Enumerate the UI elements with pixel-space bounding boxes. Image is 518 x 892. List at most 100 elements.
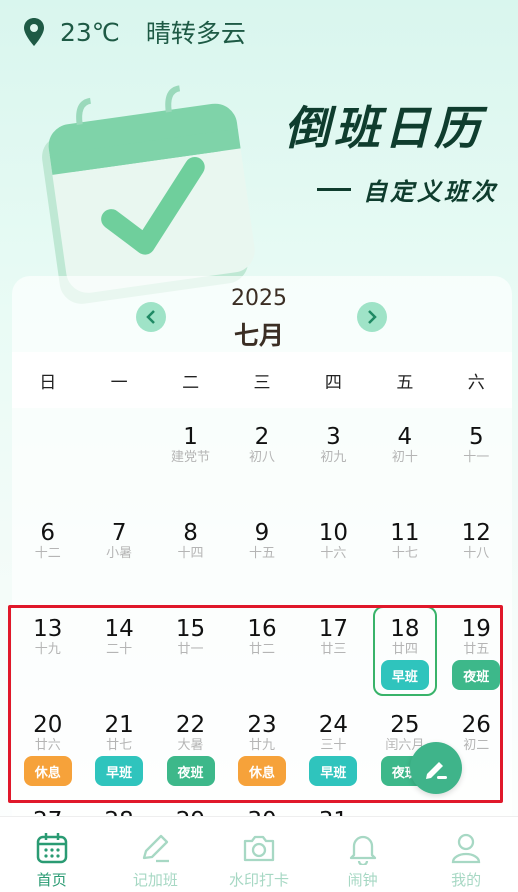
day-cell[interactable]: 3 初九 <box>298 410 369 506</box>
day-cell[interactable]: 9 十五 <box>226 506 297 602</box>
day-cell[interactable]: 17 廿三 <box>298 602 369 698</box>
hero-title: 倒班日历 <box>284 101 484 155</box>
day-number: 4 <box>397 424 413 450</box>
bottom-tab-bar: 首页 记加班 水印打卡 闹钟 我的 <box>0 816 518 892</box>
shift-badge: 休息 <box>237 756 286 786</box>
lunar-date: 廿九 <box>248 738 275 753</box>
day-number: 6 <box>40 520 56 546</box>
day-number: 21 <box>104 712 134 738</box>
pencil-icon <box>138 829 172 867</box>
tab-label: 闹钟 <box>347 871 378 889</box>
weekday-label: 二 <box>182 372 200 393</box>
day-number: 9 <box>254 520 270 546</box>
shift-badge: 早班 <box>95 756 144 786</box>
weekday-label: 四 <box>324 372 342 393</box>
day-cell[interactable]: 12 十八 <box>441 506 512 602</box>
day-cell[interactable]: 10 十六 <box>298 506 369 602</box>
lunar-date: 廿五 <box>463 642 490 657</box>
chevron-right-icon <box>368 310 377 324</box>
day-cell[interactable]: 20 廿六 休息 <box>12 698 83 794</box>
day-cell[interactable]: 15 廿一 <box>155 602 226 698</box>
day-number: 7 <box>111 520 127 546</box>
day-number: 24 <box>318 712 349 738</box>
lunar-date: 建党节 <box>171 450 211 465</box>
next-month-button[interactable] <box>357 302 387 332</box>
user-icon <box>449 829 483 867</box>
weekday-label: 一 <box>110 372 128 393</box>
day-number: 5 <box>468 424 484 450</box>
lunar-date: 十五 <box>248 546 275 561</box>
lunar-date: 十八 <box>463 546 490 561</box>
shift-badge: 休息 <box>23 756 72 786</box>
day-cell[interactable]: 6 十二 <box>12 506 83 602</box>
day-number: 23 <box>247 712 277 738</box>
day-cell[interactable]: 19 廿五夜班 <box>441 602 512 698</box>
day-cell[interactable]: 1 建党节 <box>155 410 226 506</box>
lunar-date: 小暑 <box>106 546 133 561</box>
dash-divider <box>317 188 351 191</box>
day-cell[interactable]: 13 十九 <box>12 602 83 698</box>
lunar-date: 十四 <box>177 546 204 561</box>
day-number: 25 <box>390 712 420 738</box>
day-number: 11 <box>390 520 420 546</box>
day-cell[interactable]: 23 廿九休息 <box>226 698 297 794</box>
day-number: 2 <box>254 424 270 450</box>
temperature: 23℃ <box>60 17 120 47</box>
weekday-label: 五 <box>396 372 414 393</box>
lunar-date: 大暑 <box>177 738 204 753</box>
day-cell[interactable]: 4 初十 <box>369 410 440 506</box>
shift-badge: 早班 <box>309 756 358 786</box>
weekday-label: 六 <box>467 372 485 393</box>
tab-item[interactable]: 我的 <box>414 817 518 892</box>
empty-day-cell <box>12 410 83 506</box>
lunar-date: 十六 <box>320 546 347 561</box>
day-cell[interactable]: 18 廿四 早班 <box>369 602 440 698</box>
day-cell[interactable]: 14 二十 <box>83 602 154 698</box>
tab-item[interactable]: 记加班 <box>104 817 208 892</box>
tab-label: 水印打卡 <box>228 871 289 889</box>
lunar-date: 十九 <box>34 642 61 657</box>
day-number: 19 <box>461 616 491 642</box>
shift-badge: 夜班 <box>452 660 501 690</box>
lunar-date: 十一 <box>463 450 490 465</box>
day-number: 3 <box>326 424 341 450</box>
bell-icon <box>346 829 380 867</box>
calendar-year: 2025 <box>231 286 287 311</box>
day-cell[interactable]: 16 廿二 <box>226 602 297 698</box>
lunar-date: 廿六 <box>34 738 61 753</box>
day-cell[interactable]: 2 初八 <box>226 410 297 506</box>
shift-badge: 夜班 <box>166 756 215 786</box>
weather-bar: 23℃ 晴转多云 <box>22 14 246 50</box>
day-number: 15 <box>175 616 206 642</box>
day-cell[interactable]: 7 小暑 <box>83 506 154 602</box>
tab-item[interactable]: 水印打卡 <box>207 817 311 892</box>
lunar-date: 廿一 <box>177 642 204 657</box>
day-cell[interactable]: 22 大暑夜班 <box>155 698 226 794</box>
hero-subtitle: 自定义班次 <box>317 172 498 207</box>
day-number: 13 <box>33 616 63 642</box>
day-number: 22 <box>175 712 206 738</box>
tab-item[interactable]: 首页 <box>0 817 104 892</box>
day-cell[interactable]: 8 十四 <box>155 506 226 602</box>
lunar-date: 廿三 <box>320 642 347 657</box>
day-number: 26 <box>461 712 491 738</box>
day-cell[interactable]: 24 三十早班 <box>298 698 369 794</box>
lunar-date: 三十 <box>320 738 347 753</box>
lunar-date: 十二 <box>34 546 61 561</box>
tab-label: 首页 <box>36 871 67 889</box>
tab-label: 记加班 <box>132 871 178 889</box>
calendar-illustration-icon <box>26 84 266 304</box>
lunar-date: 二十 <box>106 642 133 657</box>
edit-fab-button[interactable] <box>410 742 462 794</box>
day-number: 1 <box>183 424 198 450</box>
tab-label: 我的 <box>451 871 482 889</box>
day-cell[interactable]: 21 廿七早班 <box>83 698 154 794</box>
day-number: 12 <box>461 520 491 546</box>
day-cell[interactable]: 11 十七 <box>369 506 440 602</box>
day-cell[interactable]: 5 十一 <box>441 410 512 506</box>
lunar-date: 廿七 <box>106 738 133 753</box>
weekday-label: 日 <box>39 372 57 393</box>
lunar-date: 十七 <box>391 546 418 561</box>
calendar-icon <box>35 829 69 867</box>
tab-item[interactable]: 闹钟 <box>311 817 415 892</box>
